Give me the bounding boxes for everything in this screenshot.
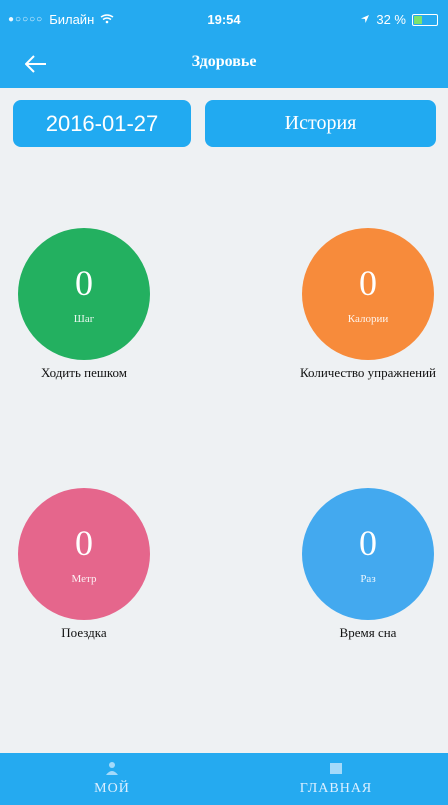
- page-title: Здоровье: [191, 53, 257, 70]
- metric-value: 0: [359, 523, 377, 563]
- tab-my[interactable]: МОЙ: [0, 753, 224, 805]
- home-icon: [330, 763, 342, 774]
- location-arrow-icon: [360, 12, 370, 27]
- status-right: 32 %: [360, 12, 438, 27]
- metric-unit: Раз: [360, 573, 376, 585]
- bottom-tab-bar: МОЙ ГЛАВНАЯ: [0, 753, 448, 805]
- status-bar: ●○○○○ Билайн 19:54 32 %: [0, 0, 448, 40]
- metric-unit: Метр: [71, 573, 97, 585]
- metric-trip[interactable]: 0 Метр Поездка: [14, 488, 154, 642]
- header: ●○○○○ Билайн 19:54 32 % Здоровье: [0, 0, 448, 88]
- metric-value: 0: [75, 263, 93, 303]
- navbar: Здоровье: [0, 40, 448, 88]
- user-icon: [106, 762, 118, 775]
- tab-home[interactable]: ГЛАВНАЯ: [224, 753, 448, 805]
- metric-value: 0: [359, 263, 377, 303]
- metric-value: 0: [75, 523, 93, 563]
- metric-circle-exercise[interactable]: 0 Калории: [302, 228, 434, 360]
- metric-walk[interactable]: 0 Шаг Ходить пешком: [14, 228, 154, 382]
- tab-label: МОЙ: [94, 781, 130, 796]
- metric-circle-walk[interactable]: 0 Шаг: [18, 228, 150, 360]
- metric-unit: Шаг: [73, 313, 95, 325]
- metric-unit: Калории: [347, 313, 389, 325]
- metric-circle-sleep[interactable]: 0 Раз: [302, 488, 434, 620]
- metric-circle-trip[interactable]: 0 Метр: [18, 488, 150, 620]
- battery-icon: [412, 13, 438, 26]
- metric-label: Ходить пешком: [41, 365, 127, 380]
- metric-sleep[interactable]: 0 Раз Время сна: [298, 488, 438, 642]
- metric-label: Количество упражнений: [300, 365, 436, 380]
- battery-percent: 32 %: [376, 12, 406, 27]
- metric-label: Время сна: [339, 625, 397, 640]
- metric-label: Поездка: [61, 625, 107, 640]
- metric-exercise[interactable]: 0 Калории Количество упражнений: [298, 228, 438, 382]
- history-button[interactable]: История: [205, 100, 436, 147]
- tab-label: ГЛАВНАЯ: [299, 781, 373, 796]
- date-button[interactable]: 2016-01-27: [13, 100, 191, 147]
